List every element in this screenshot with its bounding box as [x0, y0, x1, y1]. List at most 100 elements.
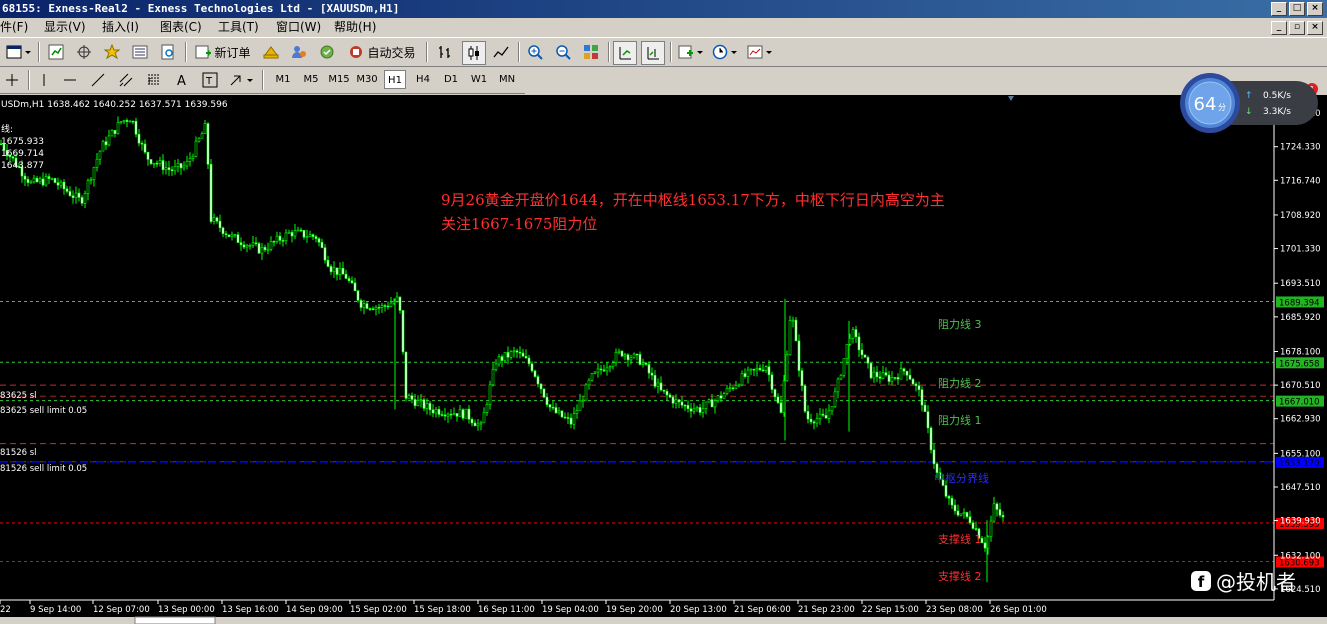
- candle-body: [29, 181, 33, 184]
- chart-header: USDm,H1 1638.462 1640.252 1637.571 1639.…: [1, 100, 228, 110]
- price-chart[interactable]: 1689.394 1675.658 1667.010 1653.170 1639.393…: [0, 95, 1327, 624]
- candle-body: [794, 319, 798, 342]
- menu-insert[interactable]: 插入(I): [102, 18, 139, 37]
- candle-body: [695, 407, 699, 410]
- candle-body: [398, 296, 402, 311]
- new-chart-icon: [6, 45, 31, 59]
- candle-body: [560, 410, 564, 418]
- menu-view[interactable]: 显示(V): [44, 18, 86, 37]
- candle-body: [899, 368, 903, 380]
- auto-trading-button[interactable]: 自动交易: [344, 42, 420, 62]
- menu-help[interactable]: 帮助(H): [334, 18, 376, 37]
- candle-body: [161, 160, 165, 171]
- candle-body: [218, 220, 222, 229]
- candle-body: [122, 120, 126, 122]
- candle-body: [761, 369, 765, 372]
- crosshair-tool-icon: [6, 74, 18, 86]
- terminal-button[interactable]: [129, 42, 151, 62]
- minimize-button[interactable]: _: [1271, 2, 1287, 16]
- new-order-button[interactable]: 新订单: [193, 42, 253, 62]
- candle-body: [311, 234, 315, 237]
- menu-window[interactable]: 窗口(W): [276, 18, 321, 37]
- text-tool-icon: A: [177, 74, 186, 88]
- chart-shift-button[interactable]: [641, 41, 665, 65]
- candle-body: [140, 142, 144, 145]
- child-close-button[interactable]: ×: [1307, 21, 1323, 35]
- menu-tools[interactable]: 工具(T): [218, 18, 259, 37]
- candle-body: [383, 305, 387, 307]
- channel-button[interactable]: [116, 70, 136, 90]
- timeframe-h1[interactable]: H1: [384, 70, 406, 89]
- menu-charts[interactable]: 图表(C): [160, 18, 202, 37]
- candle-body: [974, 528, 978, 530]
- crosshair-tool-button[interactable]: [2, 70, 22, 90]
- candle-body: [770, 374, 774, 390]
- child-restore-button[interactable]: ▫: [1289, 21, 1305, 35]
- close-button[interactable]: ×: [1307, 2, 1323, 16]
- bar-chart-button[interactable]: [434, 42, 456, 62]
- order-label-4: 81526 sell limit 0.05: [0, 464, 87, 474]
- timeframe-mn[interactable]: MN: [496, 70, 518, 89]
- candle-body: [437, 408, 441, 415]
- data-window-button[interactable]: [73, 42, 95, 62]
- timeframe-m1[interactable]: M1: [272, 70, 294, 89]
- timeframe-d1[interactable]: D1: [440, 70, 462, 89]
- strategy-tester-button[interactable]: [157, 42, 179, 62]
- candle-body: [446, 413, 450, 417]
- candle-body: [422, 399, 426, 409]
- candle-body: [134, 120, 138, 135]
- navigator-button[interactable]: [101, 42, 123, 62]
- zoom-out-button[interactable]: [552, 42, 574, 62]
- candlestick-chart-button[interactable]: [462, 41, 486, 65]
- text-tool-button[interactable]: A: [172, 70, 192, 90]
- candle-body: [680, 401, 684, 406]
- timeframe-h4[interactable]: H4: [412, 70, 434, 89]
- text-label-icon: T: [202, 72, 218, 88]
- candle-body: [1001, 514, 1005, 518]
- candle-body: [542, 388, 546, 398]
- periods-button[interactable]: [710, 42, 740, 62]
- candle-body: [485, 403, 489, 413]
- candle-body: [752, 368, 756, 371]
- timeframe-m30[interactable]: M30: [356, 70, 378, 89]
- timeframe-w1[interactable]: W1: [468, 70, 490, 89]
- indicator-value-1: 1675.933: [1, 137, 44, 147]
- svg-text:A: A: [177, 74, 186, 88]
- new-order-icon: [195, 45, 212, 59]
- text-label-button[interactable]: T: [200, 70, 220, 90]
- candle-body: [431, 409, 435, 414]
- vertical-line-button[interactable]: [34, 70, 54, 90]
- indicator-value-2: 1669.714: [1, 149, 44, 159]
- tile-windows-button[interactable]: [580, 42, 602, 62]
- zoom-in-button[interactable]: [524, 42, 546, 62]
- signals-button[interactable]: [288, 42, 310, 62]
- child-minimize-button[interactable]: _: [1271, 21, 1287, 35]
- arrows-button[interactable]: [226, 70, 256, 90]
- maximize-button[interactable]: □: [1289, 2, 1305, 16]
- new-chart-button[interactable]: [4, 42, 34, 62]
- candle-body: [743, 373, 747, 377]
- candle-body: [467, 408, 471, 420]
- auto-scroll-button[interactable]: [613, 41, 637, 65]
- line-chart-icon: [493, 46, 509, 58]
- line-chart-button[interactable]: [490, 42, 512, 62]
- indicators-button[interactable]: [676, 42, 706, 62]
- candle-body: [365, 303, 369, 309]
- horizontal-line-button[interactable]: [60, 70, 80, 90]
- market-button[interactable]: [316, 42, 338, 62]
- x-tick-label: 21 Sep 06:00: [734, 605, 791, 615]
- market-watch-button[interactable]: [45, 42, 67, 62]
- chart-canvas[interactable]: 1689.3941675.6581667.0101653.1701639.393…: [0, 95, 1327, 624]
- candle-body: [551, 406, 555, 409]
- network-speed-widget[interactable]: 64 分 ↑ 0.5K/s ↓ 3.3K/s: [1178, 72, 1318, 134]
- candle-body: [107, 135, 111, 146]
- timeframe-m5[interactable]: M5: [300, 70, 322, 89]
- timeframe-m15[interactable]: M15: [328, 70, 350, 89]
- candle-body: [83, 193, 87, 204]
- fibonacci-button[interactable]: F: [144, 70, 164, 90]
- menu-file[interactable]: 件(F): [0, 18, 28, 37]
- experts-button[interactable]: [260, 42, 282, 62]
- templates-button[interactable]: [745, 42, 775, 62]
- trendline-button[interactable]: [88, 70, 108, 90]
- candle-body: [287, 232, 291, 234]
